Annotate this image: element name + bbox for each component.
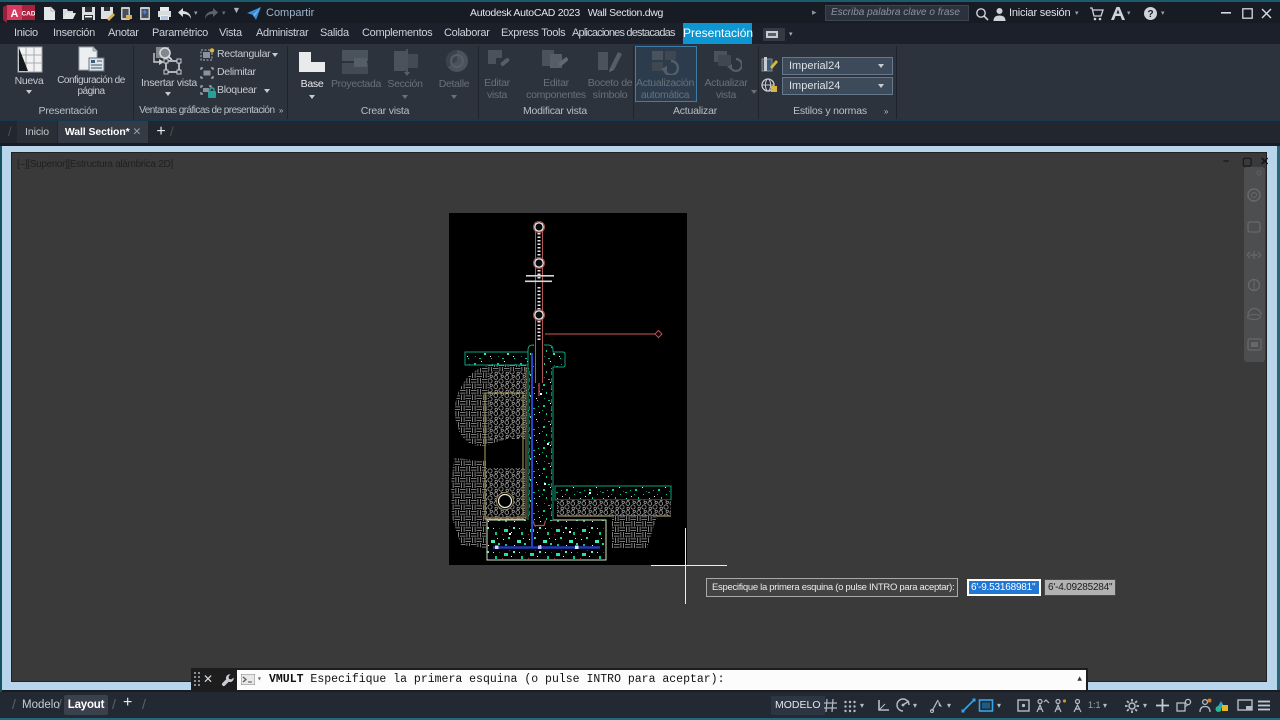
svg-text:A: A	[11, 8, 19, 20]
svg-text:?: ?	[1147, 9, 1153, 20]
svg-text:CAD: CAD	[21, 11, 35, 18]
